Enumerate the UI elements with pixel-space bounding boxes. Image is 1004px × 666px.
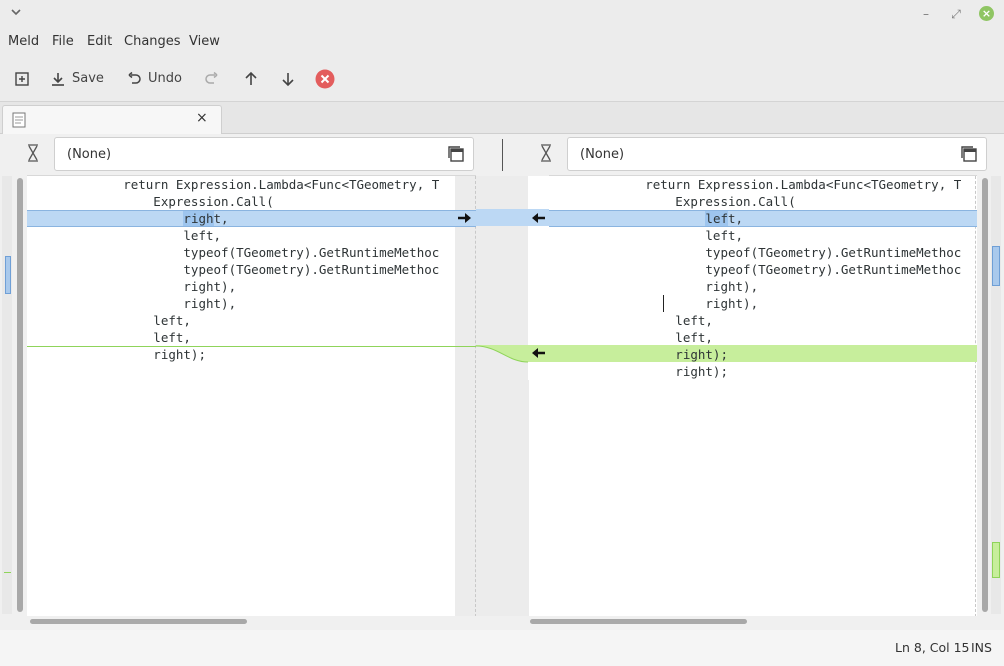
hourglass-icon (28, 144, 38, 162)
code-line: typeof(TGeometry).GetRuntimeMethoc (585, 262, 962, 277)
right-history-button[interactable] (539, 144, 553, 166)
status-bar: Ln 8, Col 15 INS (0, 630, 1004, 666)
code-line: left, (63, 313, 191, 328)
redo-icon (205, 71, 218, 84)
menu-edit[interactable]: Edit (87, 34, 112, 49)
window-close-icon[interactable]: × (979, 6, 994, 21)
left-file-chooser[interactable]: (None) (54, 137, 474, 171)
right-chunk-map[interactable] (991, 176, 1001, 614)
toolbar: Save Undo (0, 56, 1004, 102)
tab-close-icon[interactable]: × (196, 110, 208, 126)
right-file-chooser[interactable]: (None) (567, 137, 987, 171)
save-button[interactable]: Save (50, 68, 104, 90)
stop-icon (315, 69, 335, 88)
next-change-button[interactable] (280, 68, 296, 90)
redo-button[interactable] (204, 68, 220, 90)
right-vertical-scroll-thumb[interactable] (982, 178, 988, 612)
code-line: left, (63, 330, 191, 345)
push-left-arrow-icon[interactable] (530, 211, 546, 225)
stop-button[interactable] (315, 68, 335, 90)
chunk-map-inserted-marker (4, 572, 11, 573)
code-line: left, (585, 330, 713, 345)
link-map (476, 176, 552, 616)
push-right-arrow-icon[interactable] (457, 211, 473, 225)
code-line: right); (585, 347, 728, 362)
arrow-up-icon (245, 71, 257, 85)
right-margin-line (975, 176, 976, 616)
right-browse-icon[interactable] (960, 145, 978, 167)
undo-button[interactable]: Undo (126, 68, 182, 90)
code-line: typeof(TGeometry).GetRuntimeMethoc (585, 245, 962, 260)
text-cursor (663, 295, 664, 312)
code-line: typeof(TGeometry).GetRuntimeMethoc (63, 245, 440, 260)
push-left-arrow-icon[interactable] (530, 346, 546, 360)
left-browse-icon[interactable] (447, 145, 465, 167)
code-line: left, (705, 211, 744, 226)
arrow-down-icon (282, 72, 294, 86)
right-vertical-scrollbar[interactable] (980, 176, 990, 614)
code-line: right), (585, 296, 759, 311)
code-line: left, (585, 313, 713, 328)
undo-label: Undo (148, 71, 182, 86)
code-line: typeof(TGeometry).GetRuntimeMethoc (63, 262, 440, 277)
inline-diff-highlight: lef (705, 211, 728, 226)
previous-change-button[interactable] (243, 68, 259, 90)
code-line: Expression.Call( (585, 194, 796, 209)
right-file-label: (None) (580, 147, 625, 162)
menu-file[interactable]: File (52, 34, 74, 49)
title-bar: – ⤢ × (0, 0, 1004, 28)
menu-bar: Meld File Edit Changes View (0, 28, 1004, 56)
link-map-blank (528, 380, 548, 616)
code-line: Expression.Call( (63, 194, 274, 209)
left-gutter (455, 176, 476, 616)
code-line: left, (63, 228, 222, 243)
hourglass-icon (541, 144, 551, 162)
left-chunk-map[interactable] (2, 176, 12, 614)
code-line: right, (183, 211, 229, 226)
code-line: right), (585, 279, 759, 294)
inline-diff-highlight: righ (183, 211, 214, 226)
code-line: right); (585, 364, 728, 379)
new-comparison-button[interactable] (14, 68, 30, 90)
chunk-map-changed-marker (5, 256, 11, 294)
code-line: left, (585, 228, 744, 243)
window-menu-chevron-down-icon[interactable] (8, 6, 24, 22)
chunk-map-inserted-marker (992, 542, 1000, 578)
download-icon (52, 73, 64, 86)
right-editor[interactable]: return Expression.Lambda<Func<TGeometry,… (549, 175, 977, 616)
right-horizontal-scroll-thumb[interactable] (530, 619, 747, 624)
minimize-icon[interactable]: – (918, 6, 934, 22)
left-editor[interactable]: return Expression.Lambda<Func<TGeometry,… (27, 175, 476, 616)
left-history-button[interactable] (26, 144, 40, 166)
left-vertical-scrollbar[interactable] (15, 176, 25, 614)
tab-comparison[interactable] (2, 105, 222, 134)
menu-view[interactable]: View (189, 34, 220, 49)
code-line: right), (63, 296, 237, 311)
save-label: Save (72, 71, 104, 86)
cursor-position: Ln 8, Col 15 (895, 640, 970, 655)
file-bar-separator (502, 139, 503, 171)
undo-icon (128, 71, 141, 84)
document-icon (12, 112, 26, 128)
left-vertical-scroll-thumb[interactable] (17, 178, 23, 612)
code-line: right), (63, 279, 237, 294)
menu-meld[interactable]: Meld (8, 34, 39, 49)
restore-icon[interactable]: ⤢ (948, 6, 964, 22)
code-line: return Expression.Lambda<Func<TGeometry,… (585, 177, 962, 192)
chunk-map-changed-marker (992, 246, 1000, 286)
menu-changes[interactable]: Changes (124, 34, 181, 49)
left-file-label: (None) (67, 147, 112, 162)
code-line: right); (63, 347, 206, 362)
new-tab-icon (15, 71, 29, 86)
insert-mode: INS (971, 640, 992, 655)
left-horizontal-scroll-thumb[interactable] (30, 619, 247, 624)
code-line: return Expression.Lambda<Func<TGeometry,… (63, 177, 440, 192)
